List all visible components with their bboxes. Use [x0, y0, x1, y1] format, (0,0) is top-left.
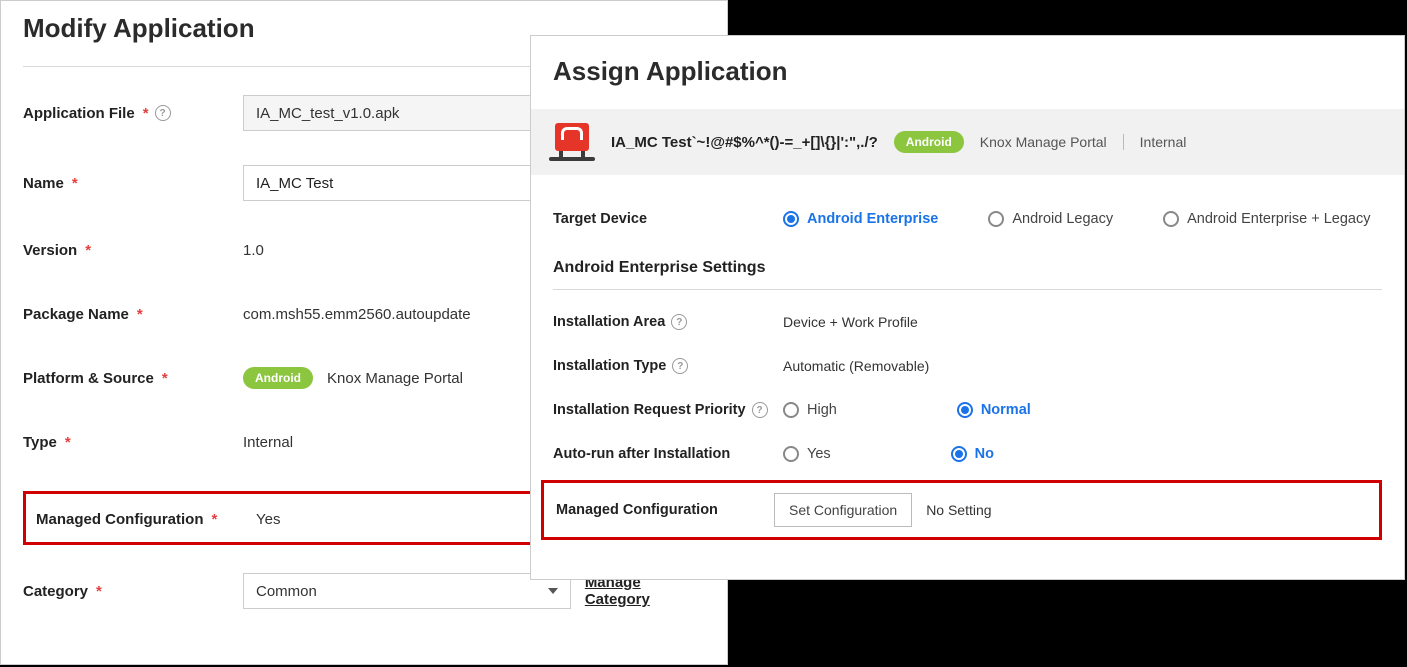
radio-icon — [783, 402, 799, 418]
radio-icon — [783, 446, 799, 462]
required-icon: * — [85, 242, 91, 259]
managed-config-value: Yes — [256, 511, 280, 528]
label-platform: Platform & Source * — [23, 370, 243, 387]
required-icon: * — [212, 511, 218, 528]
radio-autorun-no[interactable]: No — [951, 446, 994, 462]
row-priority: Installation Request Priority ? High Nor… — [553, 388, 1382, 432]
label-installation-area: Installation Area ? — [553, 314, 783, 330]
radio-android-enterprise-legacy[interactable]: Android Enterprise + Legacy — [1163, 211, 1370, 227]
installation-type-value: Automatic (Removable) — [783, 358, 929, 374]
row-target-device: Target Device Android Enterprise Android… — [553, 197, 1382, 241]
radio-autorun-yes[interactable]: Yes — [783, 446, 831, 462]
label-version: Version * — [23, 242, 243, 259]
required-icon: * — [143, 105, 149, 122]
label-package-name: Package Name * — [23, 306, 243, 323]
internal-text: Internal — [1140, 134, 1187, 150]
android-pill: Android — [243, 367, 313, 389]
assign-application-panel: Assign Application IA_MC Test`~!@#$%^*()… — [530, 35, 1405, 580]
radio-priority-high[interactable]: High — [783, 402, 837, 418]
type-value: Internal — [243, 434, 293, 451]
required-icon: * — [72, 175, 78, 192]
radio-android-legacy[interactable]: Android Legacy — [988, 211, 1113, 227]
set-configuration-button[interactable]: Set Configuration — [774, 493, 912, 527]
android-pill: Android — [894, 131, 964, 153]
chevron-down-icon — [548, 588, 558, 594]
radio-android-enterprise[interactable]: Android Enterprise — [783, 211, 938, 227]
app-name: IA_MC Test`~!@#$%^*()-=_+[]\{}|':",./? — [611, 134, 878, 151]
app-info-bar: IA_MC Test`~!@#$%^*()-=_+[]\{}|':",./? A… — [531, 109, 1404, 175]
required-icon: * — [137, 306, 143, 323]
radio-icon — [957, 402, 973, 418]
assign-title: Assign Application — [553, 56, 1382, 87]
label-managed-config: Managed Configuration * — [36, 511, 256, 528]
radio-icon — [951, 446, 967, 462]
help-icon[interactable]: ? — [155, 105, 171, 121]
label-name: Name * — [23, 175, 243, 192]
target-device-radio-group: Android Enterprise Android Legacy Androi… — [783, 211, 1370, 227]
label-priority: Installation Request Priority ? — [553, 402, 783, 418]
managed-config-status: No Setting — [926, 502, 991, 518]
required-icon: * — [65, 434, 71, 451]
installation-area-value: Device + Work Profile — [783, 314, 918, 330]
version-value: 1.0 — [243, 242, 264, 259]
assign-managed-config-highlight: Managed Configuration Set Configuration … — [541, 480, 1382, 540]
label-target-device: Target Device — [553, 211, 783, 227]
radio-icon — [783, 211, 799, 227]
help-icon[interactable]: ? — [672, 358, 688, 374]
label-autorun: Auto-run after Installation — [553, 446, 783, 462]
label-managed-config-assign: Managed Configuration — [556, 502, 774, 518]
required-icon: * — [96, 583, 102, 600]
divider-icon — [1123, 134, 1124, 150]
label-installation-type: Installation Type ? — [553, 358, 783, 374]
label-application-file: Application File * ? — [23, 105, 243, 122]
row-installation-type: Installation Type ? Automatic (Removable… — [553, 344, 1382, 388]
app-icon — [549, 123, 595, 161]
settings-heading: Android Enterprise Settings — [553, 259, 1382, 277]
radio-icon — [988, 211, 1004, 227]
help-icon[interactable]: ? — [752, 402, 768, 418]
row-autorun: Auto-run after Installation Yes No — [553, 432, 1382, 476]
priority-radio-group: High Normal — [783, 402, 1031, 418]
category-select[interactable]: Common — [243, 573, 571, 609]
platform-value: Knox Manage Portal — [327, 370, 463, 387]
required-icon: * — [162, 370, 168, 387]
portal-text: Knox Manage Portal — [980, 134, 1107, 150]
label-category: Category * — [23, 583, 243, 600]
autorun-radio-group: Yes No — [783, 446, 994, 462]
radio-priority-normal[interactable]: Normal — [957, 402, 1031, 418]
label-type: Type * — [23, 434, 243, 451]
package-name-value: com.msh55.emm2560.autoupdate — [243, 306, 471, 323]
help-icon[interactable]: ? — [671, 314, 687, 330]
row-installation-area: Installation Area ? Device + Work Profil… — [553, 300, 1382, 344]
radio-icon — [1163, 211, 1179, 227]
